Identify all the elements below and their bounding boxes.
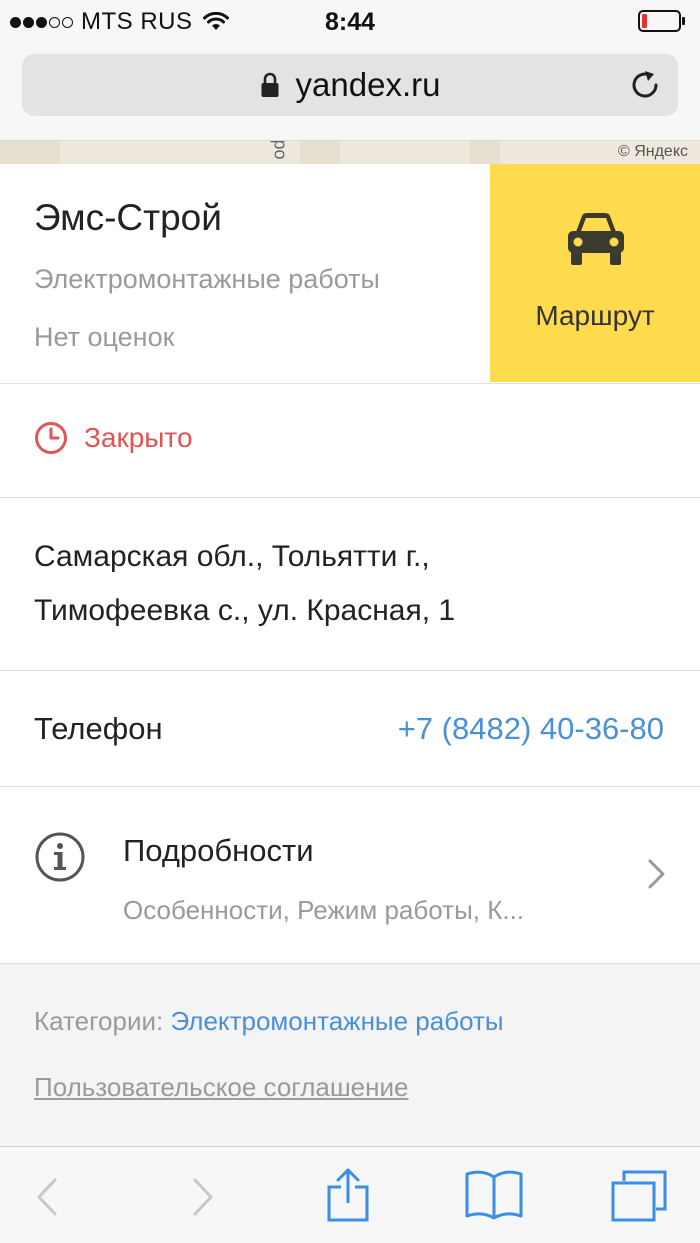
clock-time: 8:44 bbox=[324, 8, 376, 36]
address-field[interactable]: yandex.ru bbox=[22, 54, 678, 116]
share-icon bbox=[327, 1168, 369, 1222]
lock-icon bbox=[261, 72, 279, 97]
phone-link[interactable]: +7 (8482) 40-36-80 bbox=[398, 711, 664, 747]
car-icon bbox=[568, 213, 624, 265]
details-row[interactable]: Подробности Особенности, Режим работы, К… bbox=[0, 787, 700, 964]
route-button[interactable]: Маршрут bbox=[490, 164, 700, 382]
url-wrap: yandex.ru bbox=[22, 54, 678, 116]
forward-button[interactable] bbox=[162, 1147, 242, 1243]
tabs-button[interactable] bbox=[600, 1147, 680, 1243]
hours-status: Закрыто bbox=[84, 422, 193, 453]
hours-row[interactable]: Закрыто bbox=[0, 384, 700, 498]
organization-name: Эмс-Строй bbox=[34, 197, 222, 238]
chevron-right-icon bbox=[193, 1178, 213, 1216]
status-bar: MTS RUS 8:44 bbox=[0, 0, 700, 44]
organization-card: Эмс-Строй Электромонтажные работы Нет оц… bbox=[0, 164, 700, 384]
map-road bbox=[0, 141, 60, 164]
route-label: Маршрут bbox=[535, 300, 655, 331]
map-road bbox=[470, 141, 500, 164]
map-preview[interactable]: ро © Яндекс bbox=[0, 141, 700, 164]
categories-link[interactable]: Электромонтажные работы bbox=[170, 1006, 503, 1036]
details-subtitle: Особенности, Режим работы, К... bbox=[123, 895, 525, 925]
map-road bbox=[300, 141, 340, 164]
address-line-1: Самарская обл., Тольятти г., bbox=[34, 540, 430, 573]
address-row[interactable]: Самарская обл., Тольятти г., Тимофеевка … bbox=[0, 498, 700, 671]
reload-icon[interactable] bbox=[628, 68, 662, 102]
bookmarks-button[interactable] bbox=[454, 1147, 534, 1243]
book-icon bbox=[465, 1170, 523, 1220]
organization-rating: Нет оценок bbox=[34, 322, 175, 352]
chevron-left-icon bbox=[37, 1178, 57, 1216]
map-road-label: ро bbox=[270, 141, 291, 160]
categories-label: Категории: bbox=[34, 1006, 164, 1036]
battery-icon bbox=[638, 10, 685, 32]
tabs-icon bbox=[611, 1170, 667, 1222]
share-button[interactable] bbox=[308, 1147, 388, 1243]
back-button[interactable] bbox=[10, 1147, 90, 1243]
user-agreement-link[interactable]: Пользовательское соглашение bbox=[34, 1072, 409, 1103]
clock-icon bbox=[35, 422, 67, 454]
browser-address-area: yandex.ru bbox=[0, 44, 700, 141]
address-line-2: Тимофеевка с., ул. Красная, 1 bbox=[34, 594, 456, 627]
footer-info: Категории: Электромонтажные работы Польз… bbox=[0, 964, 700, 1146]
categories-line: Категории: Электромонтажные работы bbox=[34, 1006, 504, 1037]
phone-label: Телефон bbox=[34, 711, 163, 746]
map-attribution: © Яндекс bbox=[617, 143, 688, 160]
phone-row: Телефон +7 (8482) 40-36-80 bbox=[0, 671, 700, 787]
browser-toolbar bbox=[0, 1146, 700, 1243]
info-icon bbox=[35, 832, 85, 882]
organization-category: Электромонтажные работы bbox=[34, 264, 380, 294]
details-title: Подробности bbox=[123, 833, 314, 868]
chevron-right-icon bbox=[648, 859, 665, 889]
screen: MTS RUS 8:44 yandex.ru ро © Яндекс Эмс-С… bbox=[0, 0, 700, 1243]
url-text: yandex.ru bbox=[295, 66, 441, 103]
